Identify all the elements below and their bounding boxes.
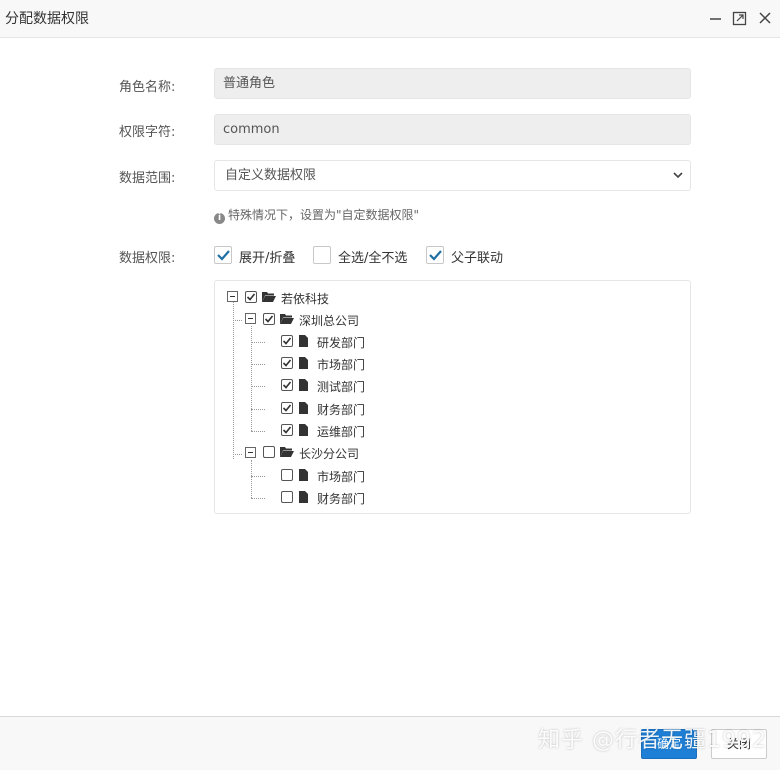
tree-checkbox[interactable] <box>281 335 293 347</box>
tree-node-branch[interactable]: 长沙分公司 <box>245 445 445 463</box>
minimize-icon[interactable] <box>707 9 725 27</box>
tree-connector <box>251 342 265 343</box>
tree-connector <box>251 409 265 410</box>
tree-connector <box>251 460 252 498</box>
tree-checkbox[interactable] <box>245 291 257 303</box>
tree-node-label: 财务部门 <box>317 492 366 506</box>
tree-checkbox[interactable] <box>281 469 293 481</box>
dialog-title: 分配数据权限 <box>5 11 89 27</box>
watermark-text: 知乎 @行者无疆1992 <box>538 728 767 753</box>
tree-node-leaf[interactable]: 研发部门 <box>281 334 441 352</box>
tree-node-label: 市场部门 <box>317 358 366 372</box>
hint-text: 特殊情况下，设置为"自定数据权限" <box>228 208 420 222</box>
tree-connector <box>251 476 265 477</box>
tree-node-label: 研发部门 <box>317 336 366 350</box>
file-icon <box>299 335 308 347</box>
maximize-icon[interactable] <box>731 9 749 27</box>
file-icon <box>299 357 308 369</box>
tree-checkbox[interactable] <box>281 357 293 369</box>
tree-connector <box>233 301 234 459</box>
tree-node-leaf[interactable]: 测试部门 <box>281 378 441 396</box>
data-scope-hint: i 特殊情况下，设置为"自定数据权限" <box>214 206 419 224</box>
tree-node-label: 财务部门 <box>317 403 366 417</box>
tree-checkbox[interactable] <box>281 491 293 503</box>
tree-node-leaf[interactable]: 财务部门 <box>281 401 441 419</box>
tree-node-leaf[interactable]: 市场部门 <box>281 356 441 374</box>
folder-open-icon <box>262 292 276 302</box>
permission-key-field[interactable]: common <box>214 114 691 145</box>
tree-checkbox[interactable] <box>281 402 293 414</box>
tree-node-label: 市场部门 <box>317 470 366 484</box>
select-all-option[interactable]: 全选/全不选 <box>313 246 413 266</box>
department-tree: 若依科技 深圳总公司 研发部门 市场部门 测试部门 财务部门 运维部门 长沙分公… <box>214 280 691 514</box>
select-all-label: 全选/全不选 <box>338 251 408 266</box>
tree-node-label: 若依科技 <box>281 292 330 306</box>
tree-node-label: 长沙分公司 <box>299 447 360 461</box>
tree-connector <box>251 364 265 365</box>
tree-connector <box>233 454 242 455</box>
tree-connector <box>233 320 242 321</box>
tree-node-leaf[interactable]: 市场部门 <box>281 468 441 486</box>
data-scope-select[interactable]: 自定义数据权限 <box>214 160 691 191</box>
tree-collapse-toggle[interactable] <box>245 313 256 324</box>
tree-collapse-toggle[interactable] <box>245 447 256 458</box>
data-scope-value: 自定义数据权限 <box>225 168 317 183</box>
file-icon <box>299 379 308 391</box>
file-icon <box>299 491 308 503</box>
folder-open-icon <box>280 447 294 457</box>
tree-node-label: 深圳总公司 <box>299 314 360 328</box>
parent-child-link-checkbox[interactable] <box>426 246 444 264</box>
tree-connector <box>251 498 265 499</box>
expand-collapse-option[interactable]: 展开/折叠 <box>214 246 304 266</box>
tree-node-leaf[interactable]: 财务部门 <box>281 490 441 508</box>
tree-checkbox[interactable] <box>263 446 275 458</box>
tree-collapse-toggle[interactable] <box>227 291 238 302</box>
folder-open-icon <box>280 314 294 324</box>
expand-collapse-checkbox[interactable] <box>214 246 232 264</box>
tree-connector <box>251 386 265 387</box>
parent-child-link-label: 父子联动 <box>451 251 504 266</box>
tree-checkbox[interactable] <box>281 424 293 436</box>
tree-connector <box>251 431 265 432</box>
file-icon <box>299 424 308 436</box>
tree-node-leaf[interactable]: 运维部门 <box>281 423 441 441</box>
dialog-titlebar: 分配数据权限 <box>0 0 780 38</box>
close-icon[interactable] <box>756 9 774 27</box>
role-name-label: 角色名称: <box>119 80 176 95</box>
data-scope-label: 数据范围: <box>119 171 176 186</box>
tree-checkbox[interactable] <box>263 313 275 325</box>
tree-node-root[interactable]: 若依科技 <box>227 290 427 308</box>
file-icon <box>299 402 308 414</box>
info-icon: i <box>214 213 225 224</box>
data-permission-label: 数据权限: <box>119 251 176 266</box>
file-icon <box>299 469 308 481</box>
chevron-down-icon <box>673 172 683 179</box>
expand-collapse-label: 展开/折叠 <box>239 251 296 266</box>
permission-key-label: 权限字符: <box>119 125 176 140</box>
tree-checkbox[interactable] <box>281 379 293 391</box>
select-all-checkbox[interactable] <box>313 246 331 264</box>
role-name-field[interactable]: 普通角色 <box>214 68 691 99</box>
tree-node-label: 运维部门 <box>317 425 366 439</box>
tree-node-branch[interactable]: 深圳总公司 <box>245 312 445 330</box>
parent-child-link-option[interactable]: 父子联动 <box>426 246 516 266</box>
tree-node-label: 测试部门 <box>317 380 366 394</box>
